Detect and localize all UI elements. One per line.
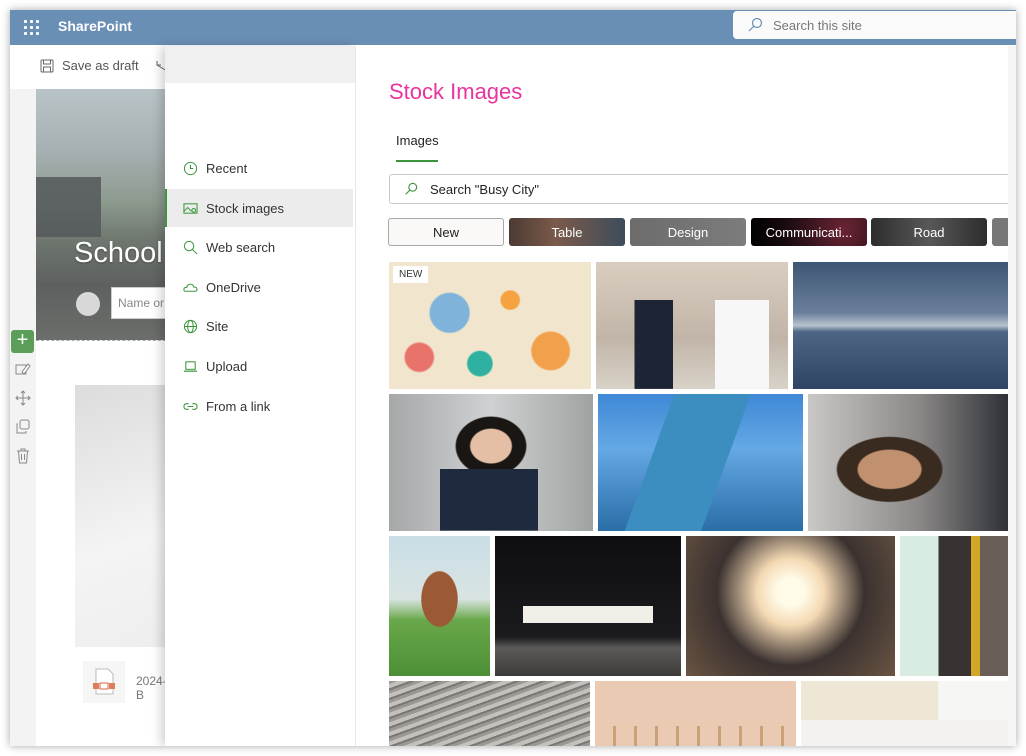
- stock-image-tile[interactable]: [793, 262, 1014, 389]
- stock-search-box[interactable]: [389, 174, 1016, 204]
- section-toolbar: +: [10, 89, 36, 746]
- panel-scrollbar[interactable]: [1008, 46, 1016, 746]
- site-search-input[interactable]: [773, 17, 993, 33]
- nav-item-label: OneDrive: [206, 279, 261, 295]
- save-as-draft-label: Save as draft: [62, 58, 139, 73]
- stock-image-grid: NEW: [389, 262, 1016, 746]
- chip-table[interactable]: Table: [509, 218, 625, 246]
- image-picker-nav: Recent Stock images Web search OneDrive …: [165, 46, 355, 746]
- save-icon: [40, 59, 54, 72]
- browser-window: SharePoint Save as draft + School Name o…: [10, 10, 1016, 746]
- chip-road[interactable]: Road: [871, 218, 987, 246]
- new-badge: NEW: [393, 266, 429, 283]
- search-icon: [183, 240, 198, 254]
- section-divider: [36, 340, 171, 341]
- author-avatar: [76, 292, 100, 316]
- nav-item-from-a-link[interactable]: From a link: [165, 387, 353, 425]
- delete-icon[interactable]: [15, 448, 31, 464]
- nav-item-label: Site: [206, 318, 229, 334]
- image-placeholder[interactable]: [75, 385, 169, 647]
- clock-icon: [183, 161, 198, 175]
- app-name[interactable]: SharePoint: [58, 18, 132, 34]
- nav-item-recent[interactable]: Recent: [165, 149, 353, 187]
- stock-images-panel: Stock Images Images New Table Design Com…: [355, 46, 1016, 746]
- nav-item-web-search[interactable]: Web search: [165, 228, 353, 266]
- stock-image-tile[interactable]: NEW: [389, 262, 591, 389]
- nav-item-label: Web search: [206, 239, 276, 255]
- stock-image-tile[interactable]: [495, 536, 681, 676]
- nav-item-label: Stock images: [206, 200, 285, 216]
- stock-search-input[interactable]: [430, 181, 930, 197]
- move-icon[interactable]: [15, 390, 31, 406]
- stock-image-tile[interactable]: [900, 536, 1016, 676]
- stock-images-icon: [183, 202, 198, 214]
- laptop-icon: [183, 360, 198, 372]
- stock-image-tile[interactable]: [389, 536, 490, 676]
- category-chips: New Table Design Communicati... Road: [388, 218, 1016, 246]
- file-tile[interactable]: [83, 661, 125, 703]
- duplicate-icon[interactable]: [15, 419, 31, 435]
- search-icon: [748, 17, 763, 32]
- stock-image-tile[interactable]: [389, 681, 590, 746]
- stock-image-tile[interactable]: [389, 394, 593, 531]
- page-canvas: School Name or J B e ›l 2024-B: [36, 89, 177, 746]
- search-icon: [405, 182, 418, 195]
- stock-image-tile[interactable]: [801, 681, 1016, 746]
- stock-image-tile[interactable]: [686, 536, 895, 676]
- edit-webpart-icon[interactable]: [15, 362, 31, 378]
- stock-image-tile[interactable]: [596, 262, 788, 389]
- picker-nav-header: [165, 46, 355, 83]
- chip-new[interactable]: New: [388, 218, 504, 246]
- nav-item-label: Recent: [206, 160, 248, 176]
- page-title[interactable]: School: [74, 237, 163, 270]
- nav-item-site[interactable]: Site: [165, 307, 353, 345]
- panel-title: Stock Images: [389, 79, 523, 104]
- presentation-file-icon: [93, 668, 115, 695]
- stock-image-tile[interactable]: [598, 394, 803, 531]
- add-section-button[interactable]: +: [11, 330, 34, 353]
- nav-item-onedrive[interactable]: OneDrive: [165, 268, 353, 306]
- chip-design[interactable]: Design: [630, 218, 746, 246]
- stock-image-tile[interactable]: [808, 394, 1012, 531]
- app-launcher-icon[interactable]: [20, 16, 42, 38]
- chip-communication[interactable]: Communicati...: [751, 218, 867, 246]
- author-name-field[interactable]: Name or: [111, 287, 171, 319]
- nav-item-stock-images[interactable]: Stock images: [165, 189, 353, 227]
- stock-image-tile[interactable]: [595, 681, 796, 746]
- nav-item-label: Upload: [206, 358, 248, 374]
- link-icon: [183, 402, 198, 410]
- nav-item-upload[interactable]: Upload: [165, 347, 353, 385]
- site-search-box[interactable]: [733, 11, 1016, 39]
- globe-icon: [183, 319, 198, 333]
- suite-bar: SharePoint: [10, 10, 1016, 45]
- cloud-icon: [183, 283, 198, 292]
- tab-images[interactable]: Images: [396, 133, 439, 162]
- nav-item-label: From a link: [206, 398, 271, 414]
- save-as-draft-button[interactable]: Save as draft: [40, 58, 139, 73]
